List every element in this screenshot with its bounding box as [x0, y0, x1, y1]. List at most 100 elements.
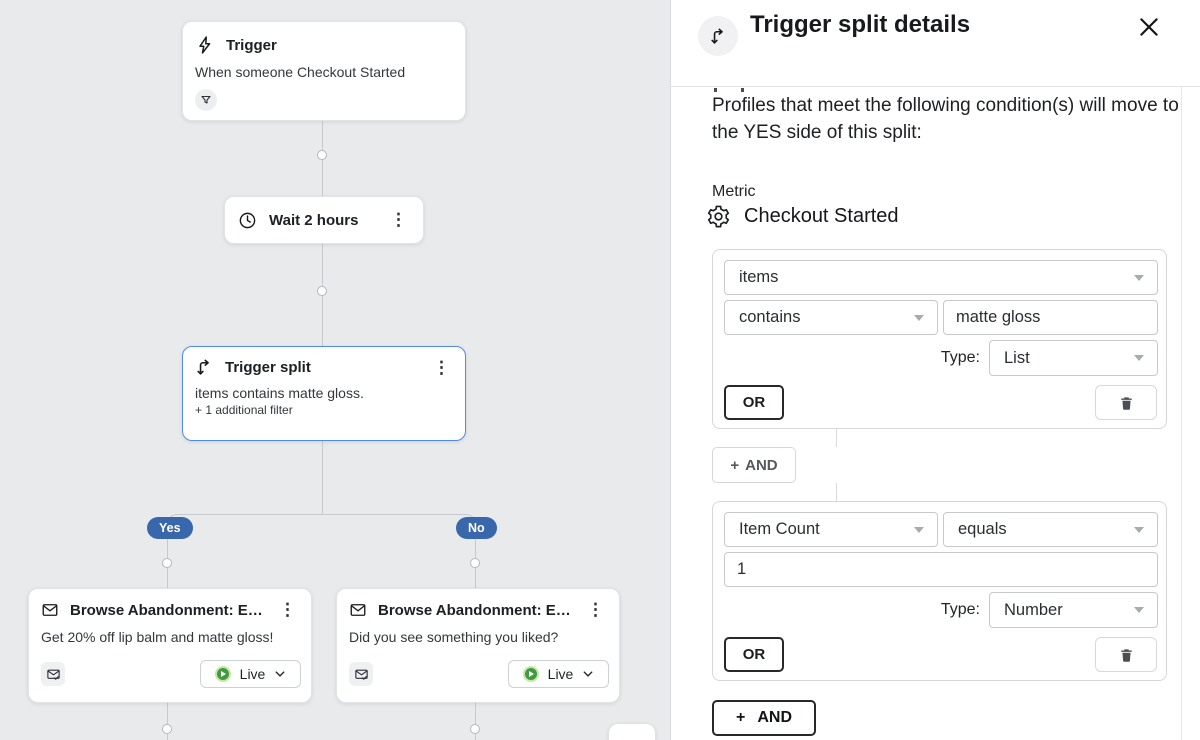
gear-icon: [706, 204, 731, 229]
email-preview-text: Did you see something you liked?: [349, 629, 607, 645]
plus-icon: +: [730, 457, 739, 474]
envelope-check-icon: [354, 667, 369, 682]
or-button[interactable]: OR: [724, 637, 784, 672]
type-label: Type:: [863, 592, 980, 628]
add-and-condition-button[interactable]: + AND: [712, 700, 816, 736]
panel-divider: [671, 86, 1200, 87]
email-status-badge: [349, 662, 373, 686]
panel-scroll-edge[interactable]: [1181, 87, 1182, 740]
operator-select[interactable]: equals: [943, 512, 1158, 547]
select-caret-icon: [914, 315, 924, 321]
condition-connector: [836, 483, 837, 501]
close-icon: [1136, 14, 1162, 40]
field-select-value: Item Count: [739, 520, 820, 539]
trigger-split-icon: [709, 27, 728, 46]
close-panel-button[interactable]: [1133, 11, 1165, 43]
condition-value-input[interactable]: [724, 552, 1158, 587]
condition-value-input[interactable]: [943, 300, 1158, 335]
connector-dot[interactable]: [470, 724, 480, 734]
connector-dot[interactable]: [317, 150, 327, 160]
trigger-node[interactable]: Trigger When someone Checkout Started: [182, 21, 466, 121]
trigger-split-details-panel: Trigger split details Profiles that meet…: [670, 0, 1200, 740]
live-play-icon: [215, 666, 231, 682]
connector-line: [167, 703, 168, 740]
select-caret-icon: [914, 527, 924, 533]
or-button[interactable]: OR: [724, 385, 784, 420]
metric-value: Checkout Started: [744, 205, 899, 228]
type-select-value: List: [1004, 349, 1030, 368]
trigger-split-node-title: Trigger split: [225, 359, 419, 376]
trigger-node-title: Trigger: [226, 37, 453, 54]
yes-branch-label: Yes: [147, 517, 193, 539]
type-select[interactable]: Number: [989, 592, 1158, 628]
live-status-dropdown[interactable]: Live: [508, 660, 609, 688]
envelope-icon: [349, 601, 367, 619]
wait-node-label: Wait 2 hours: [269, 212, 387, 229]
trigger-split-extra-filter: + 1 additional filter: [195, 403, 453, 417]
field-select[interactable]: items: [724, 260, 1158, 295]
live-status-dropdown[interactable]: Live: [200, 660, 301, 688]
condition-connector: [836, 429, 837, 447]
metric-label: Metric: [712, 183, 756, 201]
live-play-icon: [523, 666, 539, 682]
email-node-title: Browse Abandonment: Email...: [70, 602, 265, 619]
connector-dot[interactable]: [317, 286, 327, 296]
and-label: AND: [745, 457, 778, 474]
delete-condition-button[interactable]: [1095, 385, 1157, 420]
field-select-value: items: [739, 268, 778, 287]
envelope-check-icon: [46, 667, 61, 682]
email-node-no[interactable]: Browse Abandonment: Email... ⋮ Did you s…: [336, 588, 620, 703]
chevron-down-icon: [274, 668, 286, 680]
plus-icon: +: [736, 709, 745, 727]
connector-dot[interactable]: [162, 558, 172, 568]
trash-icon: [1119, 395, 1134, 411]
condition-card-1: items contains Type: List OR: [712, 249, 1167, 429]
kebab-menu-icon[interactable]: ⋮: [387, 212, 410, 228]
email-node-title: Browse Abandonment: Email...: [378, 602, 573, 619]
select-caret-icon: [1134, 275, 1144, 281]
email-node-yes[interactable]: Browse Abandonment: Email... ⋮ Get 20% o…: [28, 588, 312, 703]
kebab-menu-icon[interactable]: ⋮: [584, 602, 607, 618]
flow-canvas[interactable]: Yes No Trigger When someone Checkout Sta…: [0, 0, 670, 740]
field-select[interactable]: Item Count: [724, 512, 938, 547]
type-select[interactable]: List: [989, 340, 1158, 376]
type-select-value: Number: [1004, 601, 1063, 620]
connector-dot[interactable]: [162, 724, 172, 734]
select-caret-icon: [1134, 355, 1144, 361]
panel-title: Trigger split details: [750, 11, 970, 39]
connector-line: [475, 703, 476, 740]
and-label: AND: [757, 709, 792, 727]
connector-line: [322, 441, 323, 515]
trigger-split-summary: items contains matte gloss.: [195, 385, 453, 401]
type-label: Type:: [863, 340, 980, 376]
lightning-bolt-icon: [195, 35, 215, 55]
and-connector-button[interactable]: + AND: [712, 447, 796, 483]
panel-icon-circle: [698, 16, 738, 56]
trigger-node-description: When someone Checkout Started: [195, 64, 453, 80]
split-description: Profiles that meet the following conditi…: [712, 92, 1184, 146]
operator-select-value: equals: [958, 520, 1007, 539]
condition-card-2: Item Count equals Type: Number OR: [712, 501, 1167, 681]
kebab-menu-icon[interactable]: ⋮: [276, 602, 299, 618]
trigger-split-icon: [195, 358, 214, 377]
flow-builder: Yes No Trigger When someone Checkout Sta…: [0, 0, 1200, 740]
live-status-label: Live: [548, 666, 574, 682]
branch-connector: [167, 514, 476, 588]
connector-dot[interactable]: [470, 558, 480, 568]
clock-icon: [238, 211, 257, 230]
wait-node[interactable]: Wait 2 hours ⋮: [224, 196, 424, 244]
chevron-down-icon: [582, 668, 594, 680]
delete-condition-button[interactable]: [1095, 637, 1157, 672]
email-preview-text: Get 20% off lip balm and matte gloss!: [41, 629, 299, 645]
trigger-split-node[interactable]: Trigger split ⋮ items contains matte glo…: [182, 346, 466, 441]
operator-select-value: contains: [739, 308, 800, 327]
metric-row[interactable]: Checkout Started: [706, 204, 899, 229]
envelope-icon: [41, 601, 59, 619]
select-caret-icon: [1134, 527, 1144, 533]
trigger-filter-badge: [195, 89, 217, 111]
operator-select[interactable]: contains: [724, 300, 938, 335]
canvas-floating-control[interactable]: [608, 723, 656, 740]
funnel-icon: [200, 94, 212, 106]
select-caret-icon: [1134, 607, 1144, 613]
kebab-menu-icon[interactable]: ⋮: [430, 360, 453, 376]
